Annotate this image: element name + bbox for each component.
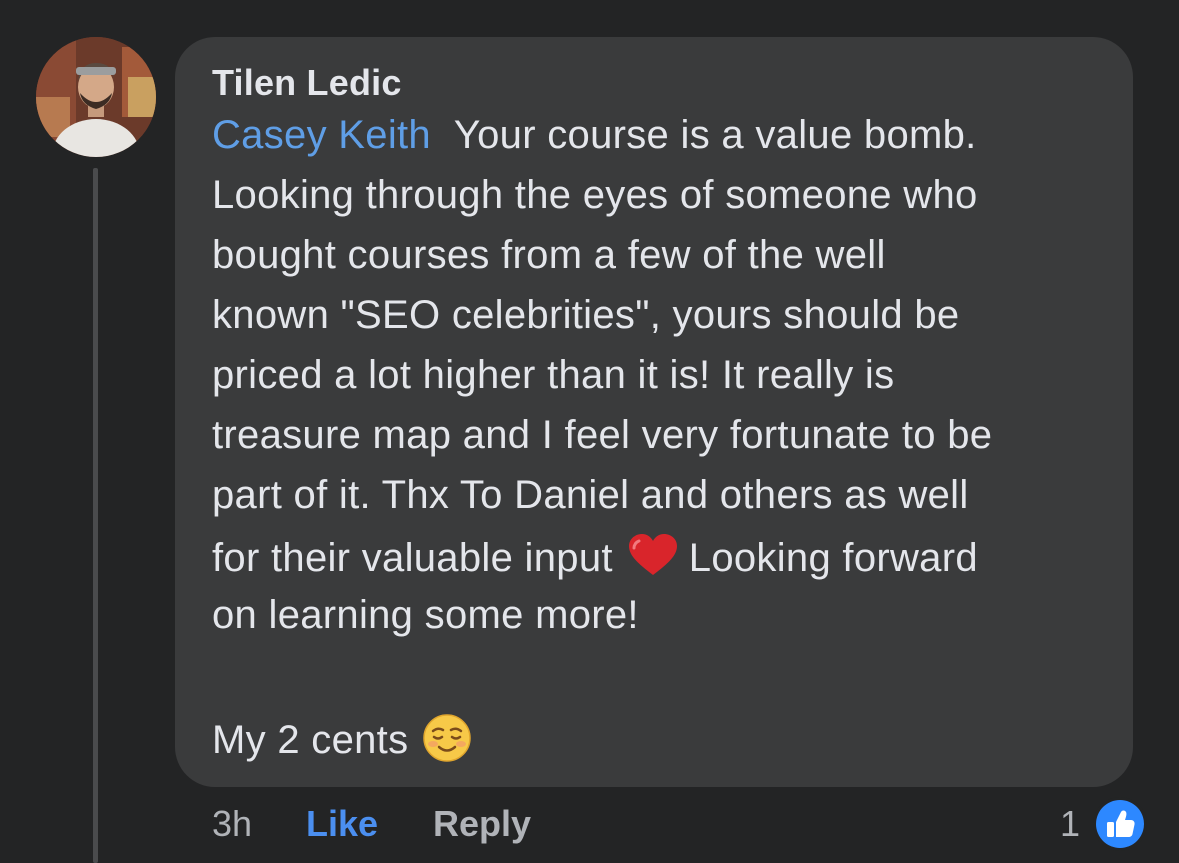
smiling-face-emoji [422,713,472,763]
comment-line-8: for their valuable input Looking forward [212,533,978,581]
comment-text: for their valuable input [212,536,613,580]
avatar[interactable] [36,37,156,157]
avatar-photo [36,37,156,157]
comment-line-4: known "SEO celebrities", yours should be [212,293,960,337]
comment-text: Your course is a value bomb. [453,113,977,157]
reaction-badge[interactable] [1093,797,1147,851]
comment-thread: Tilen Ledic Casey Keith Your course is a… [0,0,1179,863]
thread-line [93,168,98,863]
comment-text: Looking forward [688,536,978,580]
comment-line-3: bought courses from a few of the well [212,233,886,277]
comment-line-7: part of it. Thx To Daniel and others as … [212,473,969,517]
red-heart-emoji [627,533,679,577]
thumbs-up-icon [1096,800,1144,848]
like-button[interactable]: Like [306,803,378,845]
reaction-count[interactable]: 1 [1060,803,1080,845]
comment-line-2: Looking through the eyes of someone who [212,173,978,217]
comment-line-9: on learning some more! [212,593,639,637]
comment-line-5: priced a lot higher than it is! It reall… [212,353,895,397]
comment-closing-line: My 2 cents [212,713,472,763]
mention-link[interactable]: Casey Keith [212,113,431,157]
reply-button[interactable]: Reply [433,803,531,845]
comment-author[interactable]: Tilen Ledic [212,62,402,104]
comment-timestamp[interactable]: 3h [212,803,252,845]
comment-line-6: treasure map and I feel very fortunate t… [212,413,993,457]
comment-line-1: Casey Keith Your course is a value bomb. [212,113,977,158]
comment-closing: My 2 cents [212,718,409,762]
